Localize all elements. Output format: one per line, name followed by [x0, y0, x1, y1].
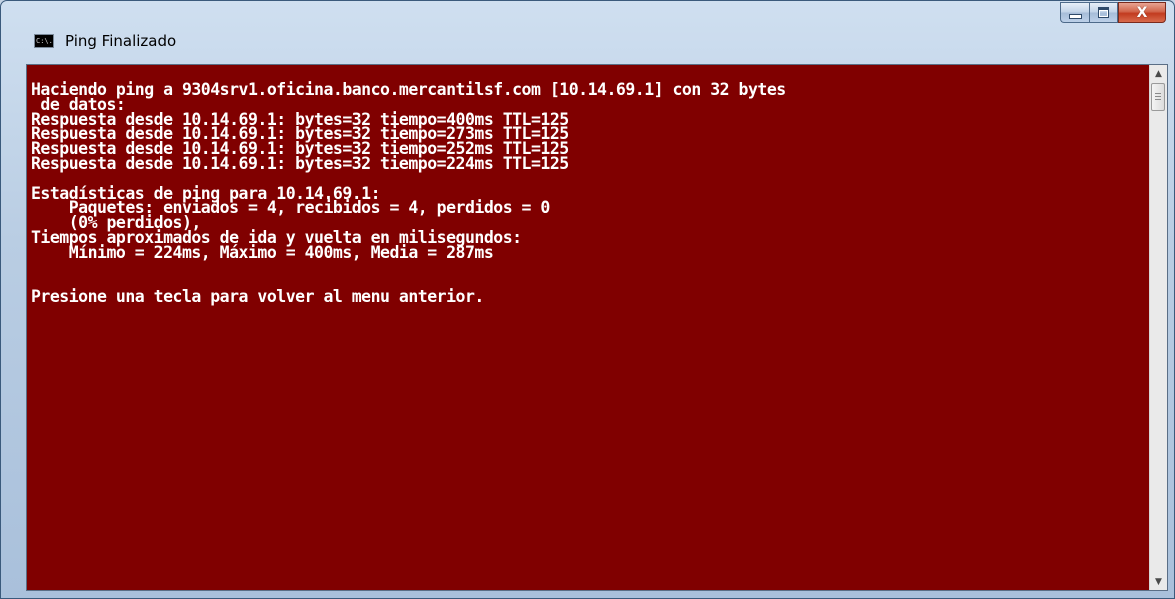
thumb-grip-line — [1155, 99, 1161, 100]
thumb-grip-line — [1155, 93, 1161, 94]
window-title: Ping Finalizado — [65, 32, 177, 50]
scroll-down-arrow-icon[interactable]: ▼ — [1150, 573, 1167, 590]
title-bar[interactable]: C:\. Ping Finalizado X — [1, 1, 1174, 63]
cmd-console-icon[interactable]: C:\. — [34, 34, 54, 48]
console-client-area: Haciendo ping a 9304srv1.oficina.banco.m… — [26, 64, 1168, 591]
scroll-up-arrow-icon[interactable]: ▲ — [1150, 65, 1167, 82]
minimize-icon — [1068, 13, 1082, 19]
maximize-button[interactable] — [1089, 2, 1118, 23]
console-line: Presione una tecla para volver al menu a… — [31, 287, 484, 307]
scrollbar-thumb[interactable] — [1151, 83, 1165, 111]
maximize-icon — [1098, 7, 1109, 18]
console-line: Mínimo = 224ms, Máximo = 400ms, Media = … — [31, 242, 494, 262]
caption-buttons: X — [1060, 2, 1166, 23]
console-window: C:\. Ping Finalizado X Haciendo ping a 9… — [0, 0, 1175, 599]
close-icon: X — [1136, 4, 1148, 21]
console-output[interactable]: Haciendo ping a 9304srv1.oficina.banco.m… — [27, 65, 1149, 590]
console-text: Haciendo ping a 9304srv1.oficina.banco.m… — [27, 65, 1149, 305]
vertical-scrollbar[interactable]: ▲ ▼ — [1149, 65, 1167, 590]
thumb-grip-line — [1155, 96, 1161, 97]
console-line: Haciendo ping a 9304srv1.oficina.banco.m… — [31, 80, 786, 99]
close-button[interactable]: X — [1118, 2, 1166, 23]
console-line: Respuesta desde 10.14.69.1: bytes=32 tie… — [31, 153, 569, 173]
minimize-button[interactable] — [1060, 2, 1089, 23]
